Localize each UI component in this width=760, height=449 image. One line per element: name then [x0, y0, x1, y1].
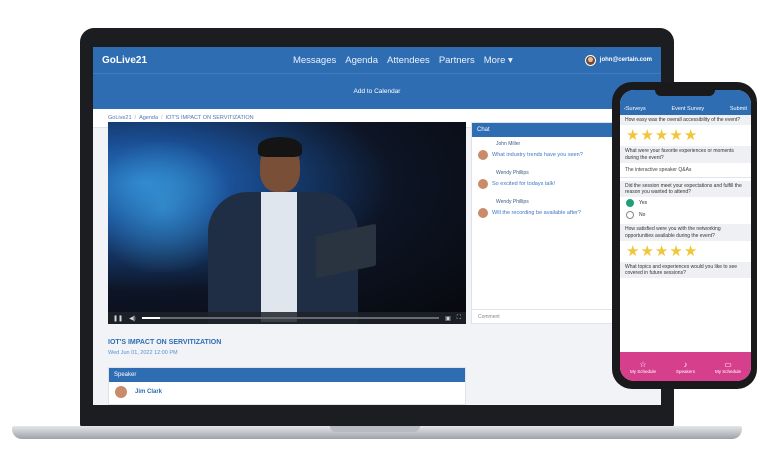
radio-option-yes[interactable]: Yes	[620, 197, 751, 209]
star-icon[interactable]: ★	[655, 244, 668, 259]
nav-link-more-label: More	[483, 54, 506, 66]
survey-question: How easy was the overall accessibility o…	[620, 115, 751, 126]
survey-question: What were your favorite experiences or m…	[620, 146, 751, 163]
star-rating[interactable]: ★ ★ ★ ★ ★	[620, 125, 751, 146]
avatar	[478, 179, 488, 189]
star-icon[interactable]: ★	[640, 128, 653, 143]
tab-label: Speakers	[675, 368, 695, 374]
video-controls: ❚❚ ◀) ▣ ⛶	[108, 312, 466, 324]
avatar	[478, 208, 488, 218]
breadcrumb-item-current: IOT'S IMPACT ON SERVITIZATION	[165, 115, 254, 121]
calendar-bar: Add to Calendar	[93, 73, 661, 109]
stage: GoLive21 Messages Agenda Attendees Partn…	[0, 0, 760, 449]
back-button-label: Surveys	[625, 106, 646, 112]
nav-link-agenda[interactable]: Agenda	[345, 55, 378, 66]
tab-label: My Schedule	[629, 368, 656, 374]
video-progress-bar[interactable]	[141, 317, 440, 319]
star-icon[interactable]: ★	[684, 128, 697, 143]
radio-selected-icon	[626, 199, 634, 208]
star-icon[interactable]: ★	[626, 244, 639, 259]
speaker-header: Speaker	[109, 368, 465, 382]
session-title: IOT'S IMPACT ON SERVITIZATION	[108, 339, 222, 346]
breadcrumb-separator: /	[161, 115, 163, 121]
video-player[interactable]: ❚❚ ◀) ▣ ⛶	[108, 122, 466, 324]
avatar	[478, 150, 488, 160]
avatar	[584, 54, 596, 66]
presenter-shirt	[261, 192, 297, 322]
radio-icon	[626, 211, 634, 220]
laptop-screen: GoLive21 Messages Agenda Attendees Partn…	[93, 47, 661, 405]
volume-icon[interactable]: ◀)	[129, 315, 136, 322]
survey-question: How satisfied were you with the networki…	[620, 224, 751, 241]
nav-link-messages[interactable]: Messages	[293, 55, 336, 66]
tab-my-schedule-2[interactable]: ▭ My Schedule	[715, 360, 741, 374]
user-email: john@certain.com	[599, 57, 652, 63]
star-rating[interactable]: ★ ★ ★ ★ ★	[620, 241, 751, 262]
breadcrumb-separator: /	[134, 115, 137, 121]
star-outline-icon: ☆	[639, 359, 647, 369]
chat-message-text: So excited for todays talk!	[492, 181, 555, 187]
breadcrumb-item-home[interactable]: GoLive21	[108, 115, 132, 121]
survey-title: Event Survey	[671, 106, 705, 112]
chat-message-text: Will the recording be available after?	[492, 210, 581, 216]
star-icon[interactable]: ★	[669, 244, 682, 259]
add-to-calendar-button[interactable]: Add to Calendar	[354, 88, 401, 95]
tab-my-schedule[interactable]: ☆ My Schedule	[630, 360, 656, 374]
speaker-row[interactable]: Jim Clark	[109, 382, 465, 402]
bottom-tab-bar: ☆ My Schedule ♪ Speakers ▭ My Schedule	[620, 352, 751, 381]
nav-link-partners[interactable]: Partners	[439, 55, 475, 66]
pause-icon[interactable]: ❚❚	[113, 315, 123, 322]
chat-message-text: What industry trends have you seen?	[492, 152, 583, 158]
speaker-panel: Speaker Jim Clark	[108, 367, 466, 405]
user-menu[interactable]: john@certain.com	[584, 54, 652, 66]
star-icon[interactable]: ★	[684, 244, 697, 259]
chat-bubble-icon: ▭	[724, 359, 732, 369]
avatar	[115, 386, 127, 398]
presenter-hair	[258, 137, 302, 157]
top-navbar: GoLive21 Messages Agenda Attendees Partn…	[93, 47, 661, 73]
tab-speakers[interactable]: ♪ Speakers	[676, 360, 695, 374]
survey-answer-input[interactable]: The interactive speaker Q&As	[620, 163, 751, 178]
star-icon[interactable]: ★	[655, 128, 668, 143]
laptop-notch	[330, 426, 420, 432]
breadcrumb-item-agenda[interactable]: Agenda	[139, 115, 158, 121]
radio-label: Yes	[639, 200, 648, 207]
survey-question: Did the session meet your expectations a…	[620, 180, 751, 198]
nav-link-more[interactable]: More ▾	[484, 55, 513, 66]
star-icon[interactable]: ★	[669, 128, 682, 143]
survey-question: What topics and experiences would you li…	[620, 261, 751, 279]
chevron-down-icon: ▾	[505, 54, 513, 66]
star-icon[interactable]: ★	[640, 244, 653, 259]
video-progress-fill	[141, 317, 160, 319]
star-icon[interactable]: ★	[626, 128, 639, 143]
tab-label: My Schedule	[714, 368, 741, 374]
fullscreen-icon[interactable]: ⛶	[457, 315, 461, 322]
phone-screen: ‹Surveys Event Survey Submit How easy wa…	[620, 90, 751, 381]
brand-logo[interactable]: GoLive21	[102, 55, 147, 66]
back-button[interactable]: ‹Surveys	[624, 106, 646, 112]
microphone-icon: ♪	[683, 359, 688, 369]
speaker-name: Jim Clark	[135, 389, 163, 395]
nav-links: Messages Agenda Attendees Partners More …	[293, 55, 513, 66]
radio-option-no[interactable]: No	[620, 209, 751, 221]
nav-link-attendees[interactable]: Attendees	[387, 55, 430, 66]
session-date: Wed Jun 01, 2022 12:00 PM	[108, 350, 178, 356]
phone-notch	[655, 88, 715, 96]
submit-button[interactable]: Submit	[730, 106, 747, 112]
picture-in-picture-icon[interactable]: ▣	[445, 315, 451, 322]
radio-label: No	[639, 212, 646, 219]
